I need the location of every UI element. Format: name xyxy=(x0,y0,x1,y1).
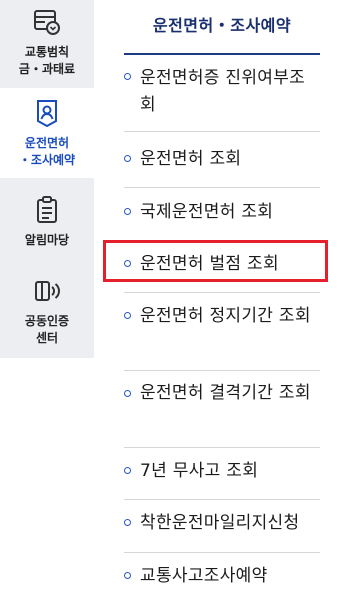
rail-item-notice-board[interactable]: 알림마당 xyxy=(0,178,94,264)
bullet-icon xyxy=(124,208,131,215)
menu-item-suspension-period[interactable]: 운전면허 정지기간 조회 xyxy=(124,292,320,371)
menu-item-license-lookup[interactable]: 운전면허 조회 xyxy=(124,131,320,188)
rail-item-license-reservation[interactable]: 운전면허 ・조사예약 xyxy=(0,88,94,178)
menu-item-label: 국제운전면허 조회 xyxy=(140,202,274,222)
menu-item-international-license[interactable]: 국제운전면허 조회 xyxy=(124,187,320,241)
bullet-icon xyxy=(124,260,131,267)
menu-item-accident-investigation-reservation[interactable]: 교통사고조사예약 xyxy=(124,552,320,592)
bullet-icon xyxy=(124,155,131,162)
rail-item-joint-certificate[interactable]: 공동인증 센터 xyxy=(0,264,94,358)
license-badge-icon xyxy=(37,100,57,128)
menu-item-license-authenticity[interactable]: 운전면허증 진위여부조회 xyxy=(124,55,320,132)
rail-item-traffic-fines[interactable]: 교통범칙 금・과태료 xyxy=(0,0,94,88)
bullet-icon xyxy=(124,73,131,80)
bullet-icon xyxy=(124,312,131,319)
rail-item-label: 알림마당 xyxy=(24,232,70,247)
menu-item-accident-free[interactable]: 7년 무사고 조회 xyxy=(124,447,320,500)
rail-item-label: 교통범칙 금・과태료 xyxy=(18,45,76,76)
menu-item-label: 운전면허 결격기간 조회 xyxy=(140,383,311,403)
bullet-icon xyxy=(124,467,131,474)
menu-item-label: 교통사고조사예약 xyxy=(140,566,268,586)
rail-item-label: 운전면허 ・조사예약 xyxy=(18,136,76,167)
bullet-icon xyxy=(124,572,131,579)
bullet-icon xyxy=(124,390,131,397)
menu-item-label: 운전면허 정지기간 조회 xyxy=(140,306,311,326)
submenu-title: 운전면허・조사예약 xyxy=(152,16,292,35)
rail-item-label: 공동인증 센터 xyxy=(24,314,70,345)
menu-item-safe-driving-mileage[interactable]: 착한운전마일리지신청 xyxy=(124,499,320,553)
menu-item-label: 운전면허 조회 xyxy=(140,149,242,169)
bullet-icon xyxy=(124,519,131,526)
menu-item-label: 운전면허증 진위여부조회 xyxy=(140,68,306,115)
speaker-certificate-icon xyxy=(35,281,61,301)
menu-item-label: 착한운전마일리지신청 xyxy=(140,513,300,533)
bill-list-icon xyxy=(34,10,60,35)
menu-item-disqualification-period[interactable]: 운전면허 결격기간 조회 xyxy=(124,370,320,448)
clipboard-icon xyxy=(37,195,57,223)
menu-item-penalty-points[interactable]: 운전면허 벌점 조회 xyxy=(124,240,320,293)
menu-item-label: 운전면허 벌점 조회 xyxy=(140,254,279,274)
category-rail: 교통범칙 금・과태료 운전면허 ・조사예약 알림마당 공동인증 센터 xyxy=(0,0,94,358)
menu-item-label: 7년 무사고 조회 xyxy=(140,461,259,481)
